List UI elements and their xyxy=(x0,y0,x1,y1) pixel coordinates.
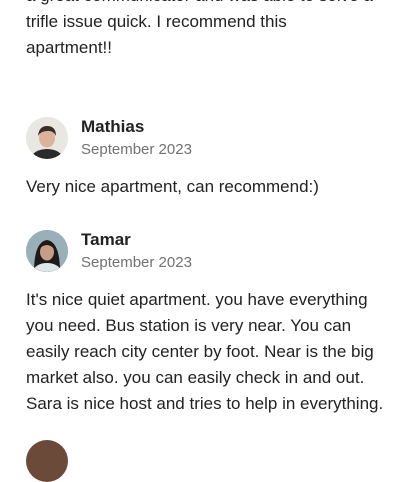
person-photo-icon xyxy=(26,117,68,159)
reviewer-name[interactable]: Tamar xyxy=(81,229,192,251)
avatar[interactable] xyxy=(26,440,68,482)
review-text-previous: a great communicator and was able to sol… xyxy=(26,0,373,57)
person-photo-icon xyxy=(26,230,68,272)
review-item-partial xyxy=(26,440,81,482)
review-date: September 2023 xyxy=(81,141,192,158)
avatar[interactable] xyxy=(26,117,68,159)
review-text: Very nice apartment, can recommend:) xyxy=(26,177,319,196)
reviewer-header: Tamar September 2023 xyxy=(0,229,416,273)
reviewer-name[interactable]: Mathias xyxy=(81,116,192,138)
review-item: Mathias September 2023 Very nice apartme… xyxy=(0,116,416,200)
review-item: Tamar September 2023 It's nice quiet apa… xyxy=(0,229,416,417)
review-date: September 2023 xyxy=(81,254,192,271)
reviewer-header: Mathias September 2023 xyxy=(0,116,416,160)
review-text: It's nice quiet apartment. you have ever… xyxy=(26,290,384,413)
avatar[interactable] xyxy=(26,230,68,272)
